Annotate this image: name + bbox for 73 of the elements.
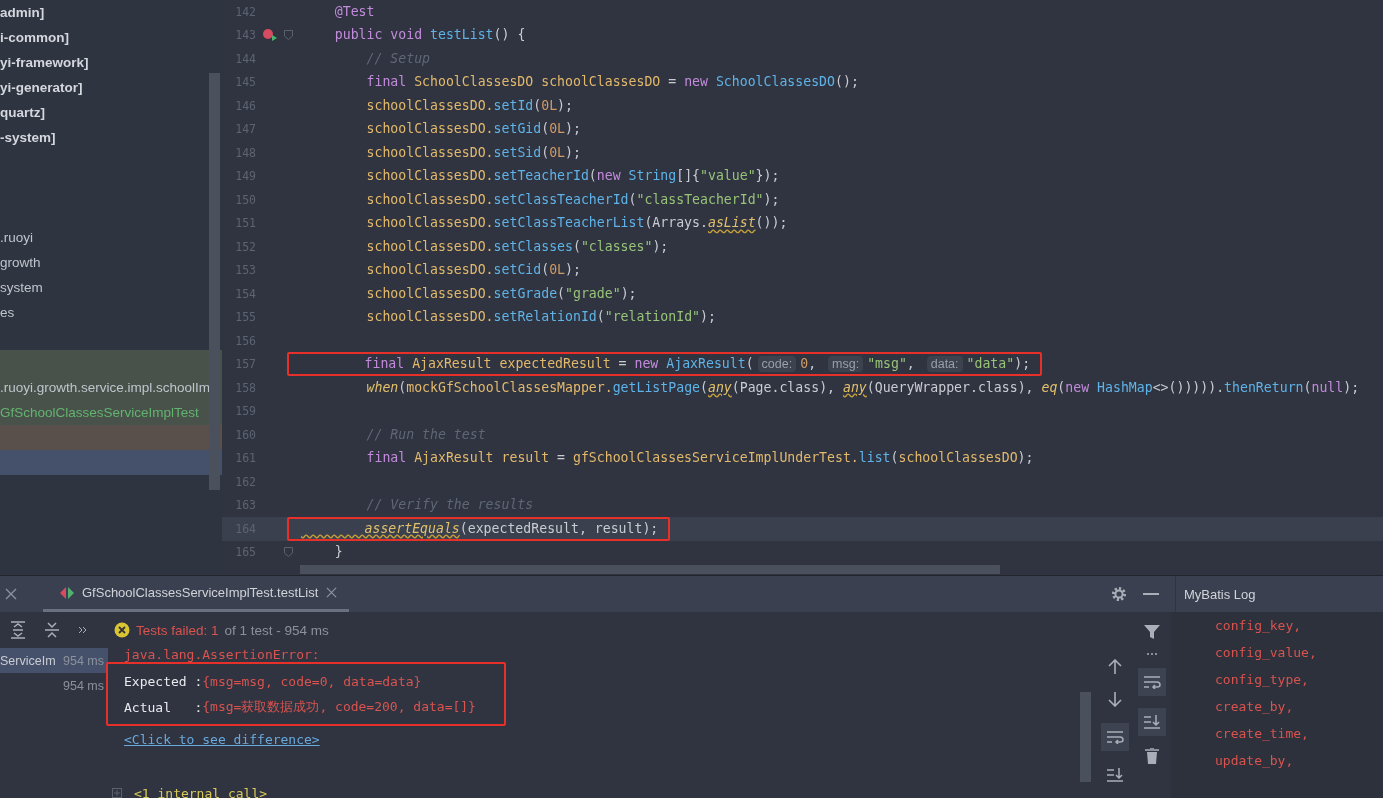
soft-wrap-icon [1106, 730, 1124, 744]
soft-wrap-icon [1143, 675, 1161, 689]
console-line: java.lang.AssertionError: [124, 648, 321, 662]
console-label: Actual : [124, 699, 203, 715]
tree-item[interactable]: growth [0, 250, 222, 275]
soft-wrap-button[interactable] [1101, 723, 1129, 751]
arrow-up-icon[interactable] [1108, 659, 1122, 675]
settings-icon[interactable] [1111, 586, 1127, 602]
fold-icon[interactable] [284, 30, 293, 41]
chevron-icon[interactable] [78, 626, 88, 634]
minimize-icon[interactable] [1143, 592, 1159, 596]
code-line: schoolClassesDO.setClasses("classes"); [365, 237, 670, 256]
scroll-to-end-icon [1143, 714, 1161, 730]
tree-item[interactable]: yi-framework] [0, 50, 222, 75]
test-tree-item[interactable]: ServiceIm 954 ms [0, 648, 108, 673]
scroll-to-end-button[interactable] [1138, 708, 1166, 736]
code-line: schoolClassesDO.setId(0L); [365, 96, 574, 115]
status-detail: of 1 test - 954 ms [224, 622, 329, 638]
log-line: config_value, [1215, 644, 1318, 662]
tree-item[interactable]: quartz] [0, 100, 222, 125]
tree-item[interactable]: yi-generator] [0, 75, 222, 100]
code-line: schoolClassesDO.setTeacherId(new String[]{"value"}); [365, 167, 781, 186]
tree-item[interactable]: .ruoyi [0, 225, 222, 250]
tree-item[interactable]: .ruoyi.growth.service.impl.schoolIm [0, 375, 222, 400]
close-icon[interactable] [5, 588, 17, 600]
code-line: schoolClassesDO.setClassTeacherList(Arrays.asList()); [365, 214, 789, 233]
tree-item[interactable]: admin] [0, 0, 222, 25]
code-line: } [333, 543, 344, 562]
soft-wrap-button[interactable] [1138, 668, 1166, 696]
code-line: public void testList() { [333, 26, 527, 45]
console-label: Expected : [124, 673, 203, 689]
run-test-icon[interactable] [262, 28, 278, 43]
trash-icon[interactable] [1145, 748, 1159, 764]
more-icon[interactable] [1146, 652, 1158, 656]
scrollbar-thumb[interactable] [1080, 692, 1091, 782]
console-line: <1 internal call> [134, 785, 268, 798]
log-line: create_time, [1215, 725, 1310, 743]
code-line: schoolClassesDO.setCid(0L); [365, 261, 582, 280]
tree-item[interactable]: system [0, 275, 222, 300]
code-line: schoolClassesDO.setClassTeacherId("classTeacherId"); [365, 190, 781, 209]
run-config-icon [60, 586, 74, 599]
tree-item[interactable]: -system] [0, 125, 222, 150]
collapse-all-icon[interactable] [44, 621, 60, 639]
code-line: @Test [333, 2, 376, 21]
expand-icon[interactable] [112, 788, 122, 798]
difference-link[interactable]: <Click to see difference> [124, 731, 320, 747]
panel-title: MyBatis Log [1184, 586, 1256, 602]
scrollbar-thumb[interactable] [300, 565, 1000, 574]
code-line: schoolClassesDO.setGrade("grade"); [365, 284, 638, 303]
code-line: schoolClassesDO.setGid(0L); [365, 120, 582, 139]
log-line: config_key, [1215, 617, 1303, 635]
code-line: when(mockGfSchoolClassesMapper.getListPage(any(Page.class), any(QueryWrapper.class), eq(new HashMap<>())))).thenReturn(null); [365, 378, 1361, 397]
code-line: schoolClassesDO.setSid(0L); [365, 143, 582, 162]
scrollbar-thumb[interactable] [209, 73, 220, 490]
expand-all-icon[interactable] [10, 621, 26, 639]
arrow-down-icon[interactable] [1108, 691, 1122, 707]
code-line: final SchoolClassesDO schoolClassesDO = new SchoolClassesDO(); [365, 73, 860, 92]
console-value: {msg=msg, code=0, data=data} [202, 673, 422, 689]
status-text: Tests failed: 1 [136, 622, 219, 638]
filter-icon[interactable] [1144, 624, 1160, 640]
log-line: create_by, [1215, 698, 1295, 716]
fold-icon[interactable] [284, 547, 293, 558]
console-value: {msg=获取数据成功, code=200, data=[]} [202, 698, 476, 716]
tree-item[interactable]: i-common] [0, 25, 222, 50]
close-icon[interactable] [326, 587, 338, 598]
scroll-to-end-icon[interactable] [1106, 767, 1124, 783]
test-tree-item[interactable]: 954 ms [0, 673, 108, 698]
log-line: update_by, [1215, 752, 1295, 770]
log-line: config_type, [1215, 671, 1310, 689]
tree-item[interactable]: es [0, 300, 222, 325]
code-line: schoolClassesDO.setRelationId("relationId"); [365, 308, 717, 327]
code-line: final AjaxResult result = gfSchoolClassesServiceImplUnderTest.list(schoolClassesDO); [365, 449, 1035, 468]
failed-icon [114, 622, 130, 638]
